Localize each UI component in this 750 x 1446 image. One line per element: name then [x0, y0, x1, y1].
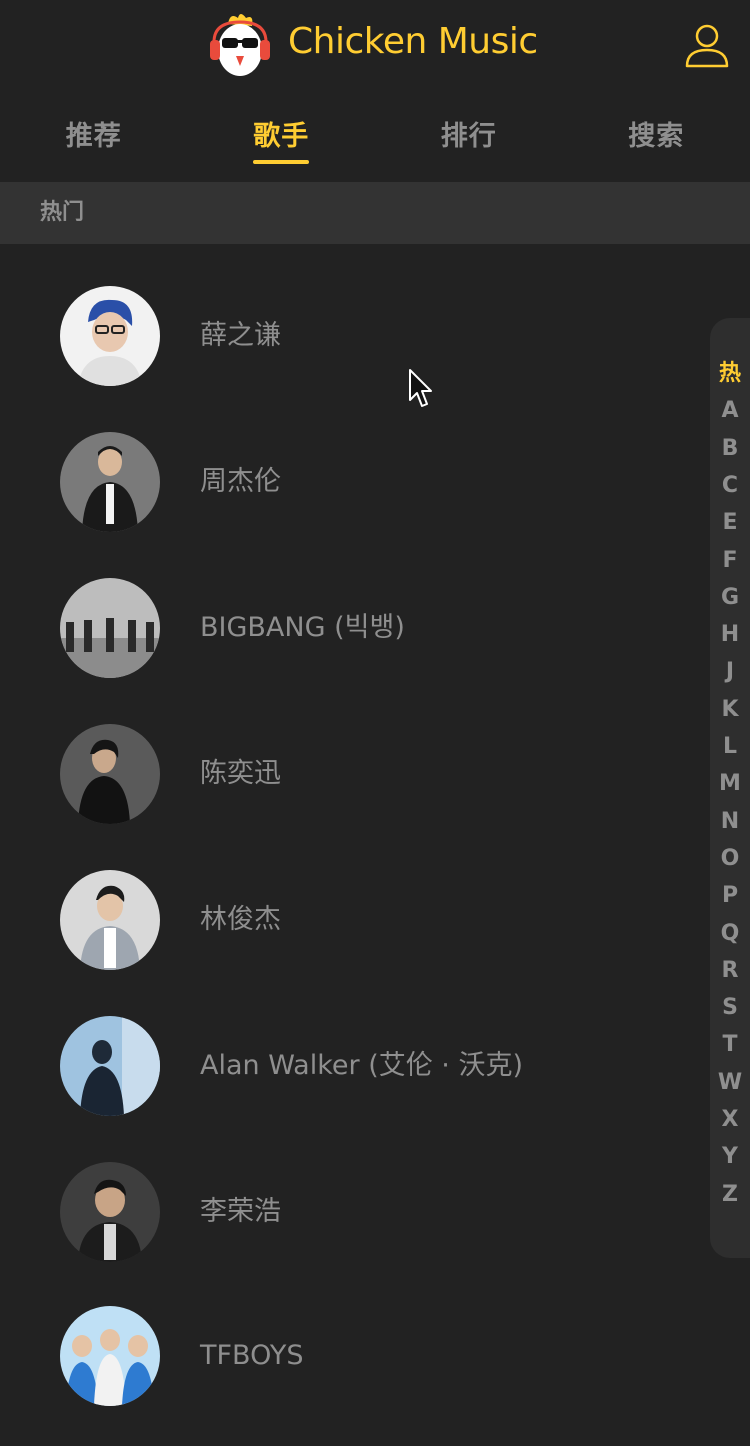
singer-item[interactable]: 周杰伦	[0, 432, 700, 572]
main-tabs: 推荐 歌手 排行 搜索	[0, 100, 750, 176]
singer-name: TFBOYS	[200, 1336, 303, 1376]
avatar-image	[60, 870, 160, 970]
index-item[interactable]: J	[710, 654, 750, 690]
avatar-image	[60, 1306, 160, 1406]
chicken-logo-icon	[208, 10, 272, 80]
singer-item[interactable]: 林俊杰	[0, 870, 700, 1010]
index-item[interactable]: O	[710, 841, 750, 877]
index-item[interactable]: Z	[710, 1177, 750, 1213]
tab-rank[interactable]: 排行	[375, 100, 563, 176]
group-title: 热门	[40, 182, 84, 244]
alphabet-index-bar[interactable]: 热ABCEFGHJKLMNOPQRSTWXYZ	[710, 318, 750, 1258]
app-brand-title: Chicken Music	[288, 18, 538, 66]
tab-label: 排行	[441, 100, 497, 174]
avatar-image	[60, 1162, 160, 1262]
singer-item[interactable]: BIGBANG (빅뱅)	[0, 578, 700, 718]
index-item[interactable]: G	[710, 580, 750, 616]
index-item[interactable]: H	[710, 617, 750, 653]
mouse-cursor-icon	[408, 368, 434, 410]
singer-name: 陈奕迅	[200, 754, 281, 794]
index-item[interactable]: K	[710, 692, 750, 728]
tab-label: 歌手	[253, 100, 309, 174]
index-item[interactable]: F	[710, 543, 750, 579]
tab-recommend[interactable]: 推荐	[0, 100, 188, 176]
index-item[interactable]: S	[710, 990, 750, 1026]
index-item[interactable]: M	[710, 766, 750, 802]
avatar-image	[60, 432, 160, 532]
index-item[interactable]: L	[710, 729, 750, 765]
index-item[interactable]: A	[710, 393, 750, 429]
group-header-hot: 热门	[0, 182, 750, 244]
singer-item[interactable]: TFBOYS	[0, 1306, 700, 1446]
singer-item[interactable]: Alan Walker (艾伦 · 沃克)	[0, 1016, 700, 1156]
index-item[interactable]: E	[710, 505, 750, 541]
avatar	[60, 870, 160, 970]
singer-item[interactable]: 李荣浩	[0, 1162, 700, 1302]
user-icon[interactable]	[684, 22, 730, 68]
index-item[interactable]: B	[710, 431, 750, 467]
singer-item[interactable]: 薛之谦	[0, 286, 700, 426]
singer-name: 周杰伦	[200, 462, 281, 502]
avatar-image	[60, 1016, 160, 1116]
tab-search[interactable]: 搜索	[563, 100, 750, 176]
index-item[interactable]: R	[710, 953, 750, 989]
avatar	[60, 286, 160, 386]
index-item[interactable]: 热	[710, 356, 750, 392]
avatar-image	[60, 578, 160, 678]
singer-name: 林俊杰	[200, 900, 281, 940]
singer-name: 李荣浩	[200, 1192, 281, 1232]
index-item[interactable]: Y	[710, 1139, 750, 1175]
app-header: Chicken Music	[0, 0, 750, 88]
index-item[interactable]: T	[710, 1027, 750, 1063]
tab-label: 搜索	[628, 100, 684, 174]
tab-label: 推荐	[66, 100, 122, 174]
singer-name: Alan Walker (艾伦 · 沃克)	[200, 1046, 523, 1086]
avatar	[60, 1306, 160, 1406]
avatar	[60, 1016, 160, 1116]
singer-name: 薛之谦	[200, 316, 281, 356]
singer-item[interactable]: 陈奕迅	[0, 724, 700, 864]
index-item[interactable]: P	[710, 878, 750, 914]
avatar	[60, 724, 160, 824]
avatar-image	[60, 286, 160, 386]
index-item[interactable]: N	[710, 804, 750, 840]
tab-singer[interactable]: 歌手	[188, 100, 376, 176]
singer-name: BIGBANG (빅뱅)	[200, 608, 405, 648]
index-item[interactable]: W	[710, 1065, 750, 1101]
index-item[interactable]: C	[710, 468, 750, 504]
index-item[interactable]: Q	[710, 916, 750, 952]
avatar	[60, 432, 160, 532]
avatar	[60, 1162, 160, 1262]
avatar-image	[60, 724, 160, 824]
index-item[interactable]: X	[710, 1102, 750, 1138]
avatar	[60, 578, 160, 678]
